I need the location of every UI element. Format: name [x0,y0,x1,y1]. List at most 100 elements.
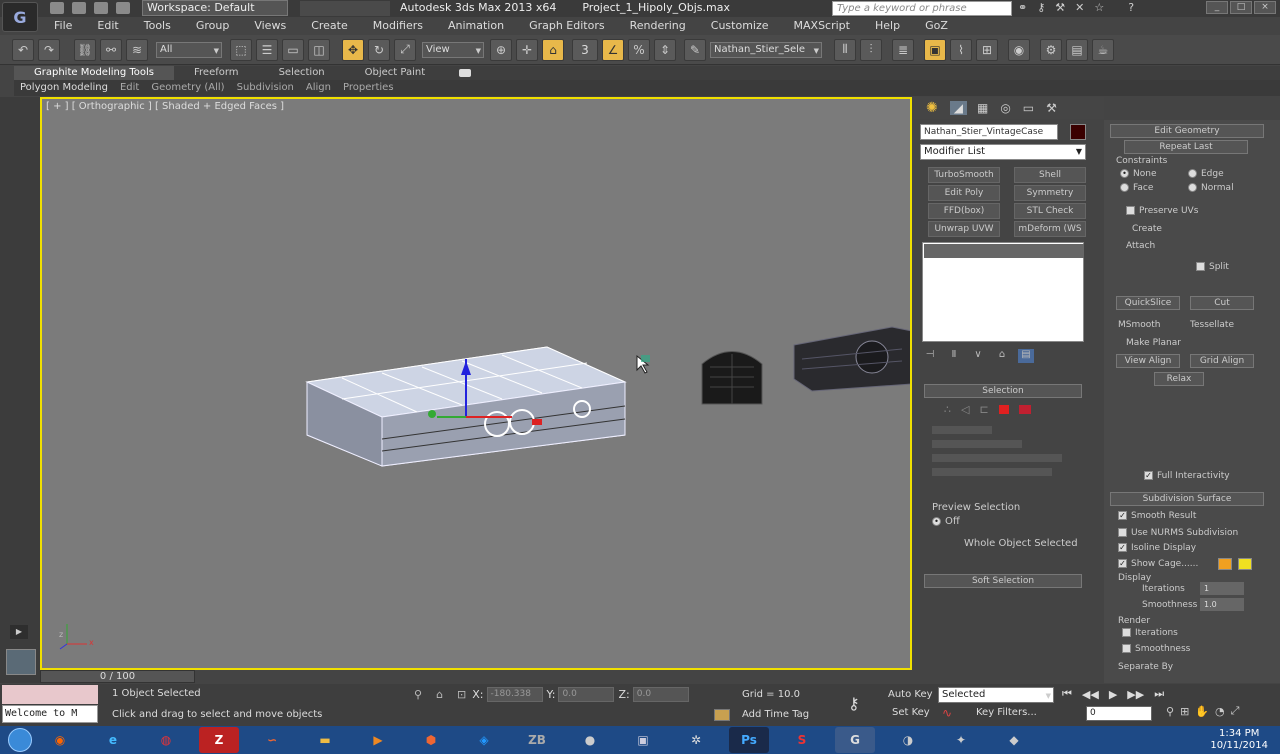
named-selection-dropdown[interactable]: Nathan_Stier_Sele [710,41,822,58]
view-align-button[interactable]: View Align [1116,354,1180,368]
select-object-icon[interactable]: ⬚ [230,38,252,61]
maximize-icon[interactable]: □ [1230,1,1252,14]
attach-button[interactable]: Attach [1126,241,1155,251]
tab-graphite-modeling[interactable]: Graphite Modeling Tools [14,66,175,80]
key-mode-icon[interactable]: ∿ [942,706,952,720]
menu-maxscript[interactable]: MAXScript [780,17,861,35]
mdeform-button[interactable]: mDeform (WS [1014,221,1086,237]
grid-align-button[interactable]: Grid Align [1190,354,1254,368]
key-mode-dropdown[interactable]: Selected [938,687,1054,703]
app2-icon[interactable]: ⬢ [411,727,451,753]
key-filters-button[interactable]: Key Filters... [976,707,1037,718]
zoom-icon[interactable]: ⚲ [1166,705,1174,718]
select-manipulate-icon[interactable]: ✛ [516,38,538,61]
vertex-icon[interactable]: ∴ [944,403,951,416]
media-player-icon[interactable]: ▶ [358,727,398,753]
select-rotate-icon[interactable]: ↻ [368,38,390,61]
remove-modifier-icon[interactable]: ⌂ [994,349,1010,363]
next-frame-icon[interactable]: ▶▶ [1127,688,1144,701]
projector-object[interactable] [793,326,910,392]
display-tab-icon[interactable]: ▭ [1023,101,1034,115]
render-production-icon[interactable]: ☕ [1092,38,1114,61]
layer-manager-icon[interactable]: ≣ [892,38,914,61]
system-clock[interactable]: 1:34 PM 10/11/2014 [1210,728,1268,752]
photoshop-icon[interactable]: Ps [729,727,769,753]
favorites-icon[interactable]: ☆ [1094,1,1104,14]
maxscript-mini-listener[interactable]: Welcome to M [2,705,98,723]
auto-key-button[interactable]: Auto Key [888,689,933,700]
relax-button[interactable]: Relax [1154,372,1204,386]
full-interactivity-checkbox[interactable]: ✓ Full Interactivity [1144,471,1230,481]
configure-sets-icon[interactable]: ▤ [1018,349,1034,363]
cage-color-2-swatch[interactable] [1238,558,1252,570]
play-icon[interactable]: ▶ [1109,688,1117,701]
panel-properties[interactable]: Properties [337,80,400,96]
app6-icon[interactable]: S [782,727,822,753]
angle-snap-icon[interactable]: ∠ [602,38,624,61]
ffd-box-button[interactable]: FFD(box) [928,203,1000,219]
bind-spacewarp-icon[interactable]: ≋ [126,38,148,61]
menu-modifiers[interactable]: Modifiers [359,17,434,35]
preview-off-radio[interactable]: • Off [932,516,960,527]
rendered-frame-icon[interactable]: ▤ [1066,38,1088,61]
tessellate-button[interactable]: Tessellate [1190,320,1234,330]
ribbon-options-icon[interactable] [459,69,472,77]
menu-rendering[interactable]: Rendering [616,17,697,35]
go-to-start-icon[interactable]: ⏮ [1062,687,1072,701]
select-link-icon[interactable]: ⛓ [74,38,96,61]
dropbox-icon[interactable]: ◈ [464,727,504,753]
set-key-button[interactable]: Set Key [892,707,930,718]
start-button[interactable] [0,726,40,754]
open-file-icon[interactable] [72,2,86,14]
msmooth-button[interactable]: MSmooth [1118,320,1161,330]
render-smoothness-checkbox[interactable]: Smoothness [1122,644,1190,654]
show-cage-checkbox[interactable]: ✓ Show Cage...... [1118,559,1198,569]
use-nurms-checkbox[interactable]: Use NURMS Subdivision [1118,528,1238,538]
app-logo-icon[interactable]: G [2,2,38,32]
unwrap-uvw-button[interactable]: Unwrap UVW [928,221,1000,237]
close-icon[interactable]: × [1254,1,1276,14]
app8-icon[interactable]: ✦ [941,727,981,753]
undo-icon[interactable]: ↶ [12,38,34,61]
align-icon[interactable]: ⫶ [860,38,882,61]
save-icon[interactable] [94,2,108,14]
motion-tab-icon[interactable]: ◎ [1000,101,1010,115]
app4-icon[interactable]: ▣ [623,727,663,753]
hierarchy-tab-icon[interactable]: ▦ [977,101,988,115]
smooth-result-checkbox[interactable]: ✓ Smooth Result [1118,511,1196,521]
app7-icon[interactable]: ◑ [888,727,928,753]
pin-stack-icon[interactable]: ⊣ [922,349,938,363]
element-icon[interactable] [1018,405,1031,414]
zoom-all-icon[interactable]: ⊞ [1180,705,1189,718]
viewport-layout-icon[interactable] [6,649,36,675]
3dsmax-taskbar-icon[interactable]: G [835,727,875,753]
binoculars-icon[interactable]: ⚭ [1018,1,1027,14]
suitcase-object[interactable] [305,346,627,467]
menu-customize[interactable]: Customize [697,17,780,35]
snaps-toggle-icon[interactable]: 3 [572,38,598,61]
select-move-icon[interactable]: ✥ [342,38,364,61]
create-tab-icon[interactable]: ✺ [926,100,938,116]
zbrush-icon[interactable]: ZB [517,727,557,753]
split-checkbox[interactable]: Split [1196,262,1229,272]
app5-icon[interactable]: ✲ [676,727,716,753]
orbit-icon[interactable]: ◔ [1215,705,1225,718]
tab-selection[interactable]: Selection [259,66,345,80]
app3-icon[interactable]: ● [570,727,610,753]
panel-edit[interactable]: Edit [114,80,145,96]
object-name-field[interactable]: Nathan_Stier_VintageCase [920,124,1058,140]
menu-file[interactable]: File [40,17,83,35]
menu-help[interactable]: Help [861,17,911,35]
object-color-swatch[interactable] [1070,124,1086,140]
firefox-icon[interactable]: ◉ [40,727,80,753]
turbosmooth-button[interactable]: TurboSmooth [928,167,1000,183]
pivot-center-icon[interactable]: ⊕ [490,38,512,61]
graphite-toggle-icon[interactable]: ▣ [924,38,946,61]
create-button[interactable]: Create [1132,224,1162,234]
select-scale-icon[interactable]: ⤢ [394,38,416,61]
x-coord-field[interactable]: -180.338 [486,687,543,702]
redo-icon[interactable]: ↷ [38,38,60,61]
play-preview-icon[interactable]: ▶ [10,625,28,639]
constraint-normal-radio[interactable]: Normal [1188,183,1234,193]
add-time-tag-button[interactable]: Add Time Tag [742,709,809,720]
